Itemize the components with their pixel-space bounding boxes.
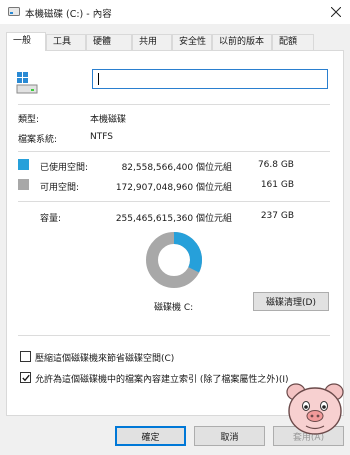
checkmark-icon bbox=[22, 374, 30, 382]
tab-previous-versions[interactable]: 以前的版本 bbox=[212, 34, 272, 50]
filesystem-label: 檔案系統: bbox=[18, 135, 58, 145]
compress-checkbox[interactable] bbox=[20, 351, 31, 362]
tab-strip: 一般 工具 硬體 共用 安全性 以前的版本 配額 bbox=[6, 32, 346, 51]
free-space-label: 可用空間: bbox=[40, 183, 80, 193]
tab-hardware[interactable]: 硬體 bbox=[86, 34, 132, 50]
drive-name-input[interactable] bbox=[92, 69, 328, 89]
type-label: 類型: bbox=[18, 115, 40, 125]
filesystem-value: NTFS bbox=[90, 132, 113, 142]
separator bbox=[18, 335, 330, 336]
separator bbox=[18, 201, 330, 202]
capacity-label: 容量: bbox=[40, 214, 62, 224]
separator bbox=[18, 104, 330, 105]
separator bbox=[18, 151, 330, 152]
tab-sharing[interactable]: 共用 bbox=[132, 34, 172, 50]
free-space-swatch bbox=[18, 179, 29, 190]
used-space-bytes: 82,558,566,400 個位元組 bbox=[121, 163, 232, 173]
pig-mascot-icon bbox=[286, 383, 344, 435]
drive-icon bbox=[8, 7, 20, 16]
index-checkbox-label: 允許為這個磁碟機中的檔案內容建立索引 (除了檔案屬性之外)(I) bbox=[35, 375, 289, 385]
close-button[interactable] bbox=[322, 0, 350, 24]
index-checkbox[interactable] bbox=[20, 372, 31, 383]
used-space-label: 已使用空間: bbox=[40, 163, 89, 173]
used-space-swatch bbox=[18, 159, 29, 170]
tab-tools[interactable]: 工具 bbox=[46, 34, 86, 50]
free-space-bytes: 172,907,048,960 個位元組 bbox=[115, 183, 232, 193]
disk-cleanup-button[interactable]: 磁碟清理(D) bbox=[253, 292, 329, 311]
title-bar: 本機磁碟 (C:) - 內容 bbox=[0, 0, 350, 24]
tab-security[interactable]: 安全性 bbox=[172, 34, 212, 50]
free-space-size: 161 GB bbox=[260, 180, 294, 190]
cancel-button[interactable]: 取消 bbox=[194, 426, 265, 446]
window-title: 本機磁碟 (C:) - 內容 bbox=[25, 9, 112, 20]
disk-usage-donut bbox=[146, 232, 202, 288]
type-value: 本機磁碟 bbox=[90, 115, 127, 125]
used-space-size: 76.8 GB bbox=[257, 160, 294, 170]
ok-button[interactable]: 確定 bbox=[115, 426, 186, 446]
text-cursor bbox=[98, 73, 99, 85]
drive-letter-label: 磁碟機 C: bbox=[154, 303, 194, 313]
close-icon bbox=[331, 7, 341, 17]
capacity-bytes: 255,465,615,360 個位元組 bbox=[115, 214, 232, 224]
tab-quota[interactable]: 配額 bbox=[272, 34, 314, 50]
capacity-size: 237 GB bbox=[260, 211, 294, 221]
compress-checkbox-label: 壓縮這個磁碟機來節省磁碟空間(C) bbox=[35, 354, 175, 364]
tab-general[interactable]: 一般 bbox=[6, 32, 46, 51]
drive-large-icon bbox=[16, 72, 38, 94]
